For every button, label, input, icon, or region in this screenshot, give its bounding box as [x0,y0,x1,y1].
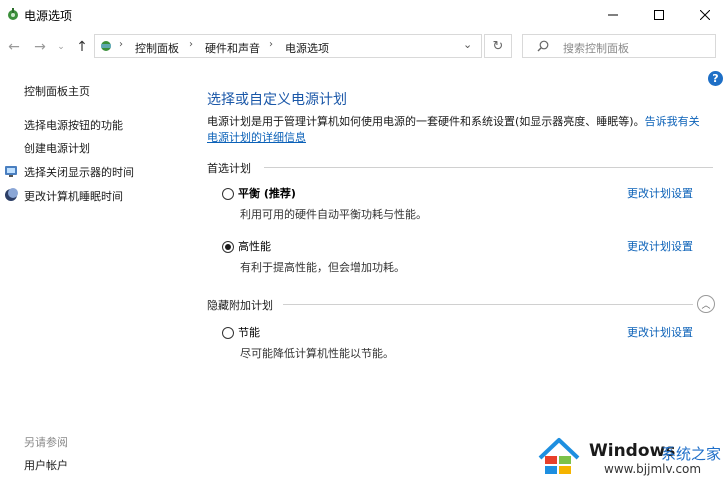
moon-sleep-icon [5,188,18,201]
chevron-up-icon: ︿ [701,300,711,311]
high-performance-plan-description: 有利于提高性能，但会增加功耗。 [240,261,405,274]
radio-selected-dot [225,244,231,250]
title-bar: 电源选项 [0,0,726,30]
preferred-plans-header: 首选计划 [207,162,251,175]
high-performance-change-settings-link[interactable]: 更改计划设置 [627,238,693,254]
power-saver-radio[interactable] [222,327,234,339]
power-saver-plan-description: 尽可能降低计算机性能以节能。 [240,347,394,360]
page-title: 选择或自定义电源计划 [207,92,347,108]
high-performance-plan-name[interactable]: 高性能 [238,238,271,254]
minimize-icon [608,14,618,16]
back-button[interactable]: ← [6,39,22,55]
power-options-icon [8,8,18,20]
question-icon: ? [712,72,719,85]
search-box[interactable]: 搜索控制面板 [522,34,716,58]
balanced-plan-description: 利用可用的硬件自动平衡功耗与性能。 [240,208,427,221]
address-dropdown-chevron-icon[interactable]: ⌄ [463,38,472,51]
arrow-left-icon: ← [8,39,20,55]
hidden-plans-header: 隐藏附加计划 [207,299,273,312]
help-button[interactable]: ? [708,71,723,86]
forward-button[interactable]: → [32,39,48,55]
recent-pages-button[interactable]: ⌄ [56,39,66,55]
breadcrumb-power-options[interactable]: 电源选项 [285,40,329,56]
power-saver-plan-name[interactable]: 节能 [238,324,260,340]
power-saver-change-settings-link[interactable]: 更改计划设置 [627,324,693,340]
chevron-down-icon: ⌄ [57,42,65,52]
watermark-site-name: 系统之家 [661,445,722,463]
window-title: 电源选项 [24,9,73,23]
see-also-label: 另请参阅 [24,436,68,449]
balanced-change-settings-link[interactable]: 更改计划设置 [627,185,693,201]
balanced-radio[interactable] [222,188,234,200]
search-placeholder: 搜索控制面板 [563,42,629,55]
power-button-function-link[interactable]: 选择电源按钮的功能 [24,117,123,133]
sleep-time-link[interactable]: 更改计算机睡眠时间 [24,188,123,204]
page-description: 电源计划是用于管理计算机如何使用电源的一套硬件和系统设置(如显示器亮度、睡眠等)… [207,114,719,146]
power-plan-info-link[interactable]: 电源计划的详细信息 [207,131,306,144]
user-accounts-link[interactable]: 用户帐户 [24,457,68,473]
high-performance-radio[interactable] [222,241,234,253]
up-button[interactable]: ↑ [74,39,90,55]
power-plan-info-link-part1[interactable]: 告诉我有关 [645,115,700,128]
minimize-button[interactable] [590,0,636,30]
control-panel-home-link[interactable]: 控制面板主页 [24,83,90,99]
collapse-button[interactable]: ︿ [697,295,715,313]
refresh-button[interactable]: ↻ [484,34,512,58]
breadcrumb-control-panel[interactable]: 控制面板 [135,40,179,56]
description-text: 电源计划是用于管理计算机如何使用电源的一套硬件和系统设置(如显示器亮度、睡眠等)… [207,115,645,128]
arrow-right-icon: → [34,39,46,55]
section-divider [283,304,693,305]
breadcrumb-separator-icon: › [269,39,273,50]
arrow-up-icon: ↑ [76,39,88,55]
display-off-time-link[interactable]: 选择关闭显示器的时间 [24,164,134,180]
search-icon [537,40,549,52]
section-divider [264,167,713,168]
watermark-url: www.bjjmlv.com [604,462,702,476]
windows-logo-icon [538,438,580,474]
display-icon [5,166,17,177]
create-power-plan-link[interactable]: 创建电源计划 [24,140,90,156]
maximize-icon [654,10,664,20]
maximize-button[interactable] [636,0,682,30]
close-button[interactable] [682,0,726,30]
address-bar[interactable]: › 控制面板 › 硬件和声音 › 电源选项 ⌄ [94,34,482,58]
refresh-icon: ↻ [492,38,504,54]
breadcrumb-separator-icon: › [119,39,123,50]
breadcrumb-hardware-sound[interactable]: 硬件和声音 [205,40,260,56]
control-panel-icon [101,41,111,51]
balanced-plan-name[interactable]: 平衡 (推荐) [238,185,296,201]
breadcrumb-separator-icon: › [189,39,193,50]
close-icon [700,10,710,20]
